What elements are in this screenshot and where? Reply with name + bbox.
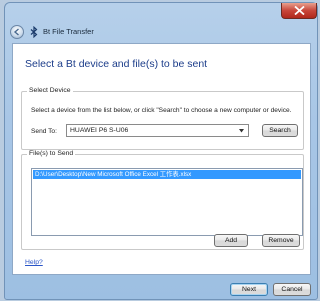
close-icon (294, 6, 305, 15)
send-to-label: Send To: (31, 128, 57, 135)
bluetooth-icon (30, 26, 38, 38)
search-button[interactable]: Search (262, 124, 298, 137)
page-heading: Select a Bt device and file(s) to be sen… (25, 58, 208, 70)
close-button[interactable] (281, 3, 317, 19)
select-device-legend: Select Device (27, 87, 73, 94)
back-arrow-icon (13, 28, 19, 36)
back-button[interactable] (10, 25, 24, 39)
add-button[interactable]: Add (214, 234, 248, 247)
device-instructions: Select a device from the list below, or … (31, 107, 292, 114)
content-panel: Select a Bt device and file(s) to be sen… (12, 43, 311, 275)
file-list[interactable]: D:\User\Desktop\New Microsoft Office Exc… (31, 168, 303, 236)
help-link[interactable]: Help? (25, 259, 43, 266)
dropdown-arrow-icon (239, 129, 244, 133)
file-list-item[interactable]: D:\User\Desktop\New Microsoft Office Exc… (33, 170, 301, 179)
select-device-group: Select Device Select a device from the l… (21, 87, 304, 150)
window-title: Bt File Transfer (43, 27, 94, 36)
cancel-button[interactable]: Cancel (273, 283, 311, 296)
title-bar: Bt File Transfer (9, 23, 309, 41)
next-button[interactable]: Next (230, 283, 268, 296)
send-to-value: HUAWEI P6 S-U06 (70, 127, 129, 134)
bt-file-transfer-window: Bt File Transfer Select a Bt device and … (4, 2, 318, 300)
files-to-send-group: File(s) to Send D:\User\Desktop\New Micr… (21, 150, 304, 250)
remove-button[interactable]: Remove (262, 234, 300, 247)
files-legend: File(s) to Send (27, 150, 76, 157)
send-to-dropdown[interactable]: HUAWEI P6 S-U06 (66, 124, 249, 137)
